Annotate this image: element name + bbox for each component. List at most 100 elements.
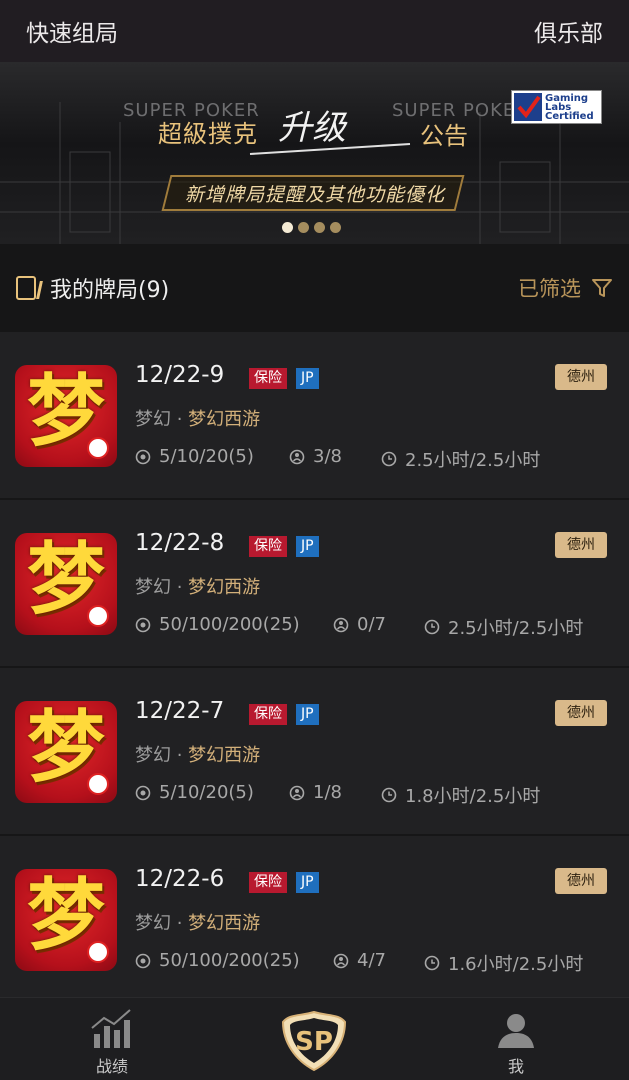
blinds-info: 50/100/200(25) [135, 950, 300, 971]
blinds-value: 50/100/200(25) [159, 614, 300, 635]
game-title: 12/22-8 [135, 530, 225, 556]
club-line: 梦幻 · 梦幻西游 [135, 745, 261, 766]
jp-tag: JP [296, 872, 319, 893]
players-icon [333, 617, 349, 632]
blinds-info: 50/100/200(25) [135, 614, 300, 635]
banner-subtitle: 新增牌局提醒及其他功能優化 [184, 184, 445, 206]
quick-game-button[interactable]: 快速组局 [26, 14, 118, 48]
players-info: 0/7 [333, 614, 386, 635]
room-name: 梦幻西游 [188, 577, 261, 598]
players-icon [289, 785, 305, 800]
game-row[interactable]: 梦 12/22-6 保险 JP 德州 梦幻 · 梦幻西游 50/100/200(… [0, 836, 629, 1004]
club-line: 梦幻 · 梦幻西游 [135, 913, 261, 934]
chip-icon [135, 953, 151, 968]
game-row[interactable]: 梦 12/22-8 保险 JP 德州 梦幻 · 梦幻西游 50/100/200(… [0, 500, 629, 668]
carousel-indicator [282, 222, 341, 233]
tab-stats-label: 战绩 [95, 1057, 128, 1076]
blinds-info: 5/10/20(5) [135, 782, 254, 803]
club-name: 梦幻 [135, 913, 171, 934]
players-value: 4/7 [357, 950, 386, 971]
announcement-banner[interactable]: SUPER POKER SUPER POKER 超級撲克 升级 公告 新增牌局提… [0, 62, 629, 244]
blinds-info: 5/10/20(5) [135, 446, 254, 467]
netease-logo-icon [87, 437, 109, 459]
top-bar: 快速组局 俱乐部 [0, 0, 629, 62]
netease-logo-icon [87, 605, 109, 627]
gaming-labs-badge: Gaming Labs Certified [511, 90, 602, 124]
tab-home[interactable]: SP [254, 998, 374, 1080]
game-row[interactable]: 梦 12/22-7 保险 JP 德州 梦幻 · 梦幻西游 5/10/20(5) … [0, 668, 629, 836]
netease-logo-icon [87, 773, 109, 795]
blinds-value: 5/10/20(5) [159, 446, 254, 467]
bar-chart-icon [91, 1009, 131, 1048]
chip-icon [135, 617, 151, 632]
time-value: 1.8小时/2.5小时 [405, 786, 541, 807]
time-info: 2.5小时/2.5小时 [424, 614, 583, 640]
game-avatar: 梦 [15, 701, 117, 803]
user-icon [498, 1014, 534, 1048]
time-value: 1.6小时/2.5小时 [448, 954, 584, 975]
players-icon [333, 953, 349, 968]
sp-logo-icon: SP [281, 1010, 347, 1072]
game-avatar: 梦 [15, 869, 117, 971]
club-line: 梦幻 · 梦幻西游 [135, 577, 261, 598]
my-games-title: 我的牌局(9) [50, 278, 170, 303]
time-value: 2.5小时/2.5小时 [448, 618, 584, 639]
game-title: 12/22-9 [135, 362, 225, 388]
room-name: 梦幻西游 [188, 913, 261, 934]
my-games-header: 我的牌局(9) 已筛选 [0, 244, 629, 332]
insurance-tag: 保险 [249, 704, 287, 725]
jp-tag: JP [296, 368, 319, 389]
room-name: 梦幻西游 [188, 409, 261, 430]
game-row[interactable]: 梦 12/22-9 保险 JP 德州 梦幻 · 梦幻西游 5/10/20(5) … [0, 332, 629, 500]
banner-upgrade-text: 升级 [278, 108, 346, 148]
time-info: 1.8小时/2.5小时 [381, 782, 540, 808]
players-value: 1/8 [313, 782, 342, 803]
game-avatar: 梦 [15, 365, 117, 467]
players-icon [289, 449, 305, 464]
clock-icon [381, 787, 397, 803]
filter-button[interactable]: 已筛选 [518, 273, 613, 303]
chip-icon [135, 785, 151, 800]
filter-label: 已筛选 [518, 277, 581, 301]
game-title: 12/22-6 [135, 866, 225, 892]
tab-stats[interactable]: 战绩 [52, 998, 172, 1080]
club-name: 梦幻 [135, 409, 171, 430]
insurance-tag: 保险 [249, 536, 287, 557]
checkmark-icon [514, 93, 542, 121]
club-line: 梦幻 · 梦幻西游 [135, 409, 261, 430]
players-info: 3/8 [289, 446, 342, 467]
time-value: 2.5小时/2.5小时 [405, 450, 541, 471]
jp-tag: JP [296, 536, 319, 557]
room-name: 梦幻西游 [188, 745, 261, 766]
game-type-badge: 德州 [555, 700, 607, 726]
game-type-badge: 德州 [555, 868, 607, 894]
tab-me[interactable]: 我 [456, 998, 576, 1080]
club-button[interactable]: 俱乐部 [534, 14, 603, 48]
filter-icon [592, 279, 612, 297]
clock-icon [381, 451, 397, 467]
club-name: 梦幻 [135, 577, 171, 598]
game-type-badge: 德州 [555, 364, 607, 390]
clock-icon [424, 619, 440, 635]
bottom-tab-bar: 战绩 SP 我 [0, 997, 629, 1080]
carousel-dot[interactable] [298, 222, 309, 233]
insurance-tag: 保险 [249, 872, 287, 893]
tab-me-label: 我 [507, 1057, 524, 1076]
carousel-dot[interactable] [330, 222, 341, 233]
chip-icon [135, 449, 151, 464]
players-value: 0/7 [357, 614, 386, 635]
players-value: 3/8 [313, 446, 342, 467]
carousel-dot[interactable] [314, 222, 325, 233]
club-name: 梦幻 [135, 745, 171, 766]
netease-logo-icon [87, 941, 109, 963]
game-title: 12/22-7 [135, 698, 225, 724]
blinds-value: 50/100/200(25) [159, 950, 300, 971]
banner-notice-text: 公告 [420, 122, 468, 150]
players-info: 1/8 [289, 782, 342, 803]
carousel-dot[interactable] [282, 222, 293, 233]
time-info: 2.5小时/2.5小时 [381, 446, 540, 472]
blinds-value: 5/10/20(5) [159, 782, 254, 803]
time-info: 1.6小时/2.5小时 [424, 950, 583, 976]
badge-line-3: Certified [545, 110, 594, 122]
game-avatar: 梦 [15, 533, 117, 635]
